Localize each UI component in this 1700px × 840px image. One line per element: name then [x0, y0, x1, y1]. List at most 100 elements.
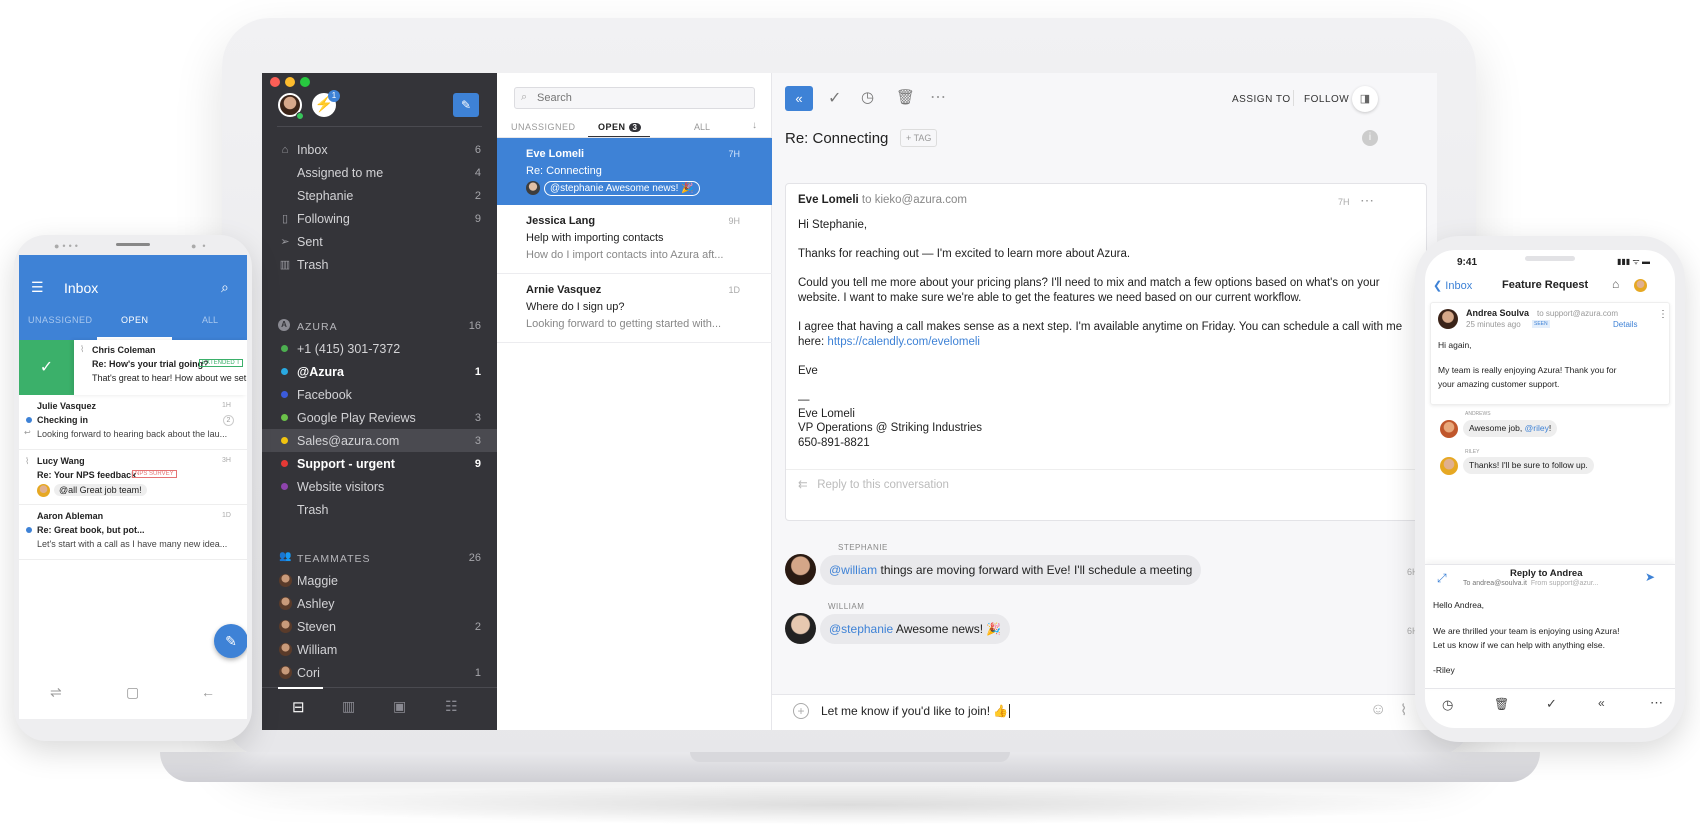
- conversation-item[interactable]: Jessica Lang 9H Help with importing cont…: [497, 205, 772, 274]
- compose-button[interactable]: ✎: [453, 93, 479, 117]
- tab-open[interactable]: OPEN: [121, 315, 149, 325]
- comment-author: RILEY: [1465, 449, 1480, 455]
- sidebar-channel-support-urgent[interactable]: Support - urgent 9: [262, 452, 497, 475]
- recent-apps-icon[interactable]: ⇌: [50, 684, 62, 701]
- comment-input[interactable]: Let me know if you'd like to join! 👍: [821, 704, 1011, 718]
- sender-name: Eve Lomeli: [798, 194, 859, 206]
- trash-icon[interactable]: 🗑: [896, 88, 915, 106]
- add-tag-button[interactable]: + TAG: [900, 129, 938, 147]
- sidebar-channel-website[interactable]: Website visitors: [262, 475, 497, 498]
- menu-icon[interactable]: ☰: [31, 279, 44, 296]
- settings-icon[interactable]: ☷: [445, 698, 458, 715]
- emoji-icon[interactable]: ☺: [1370, 701, 1386, 719]
- sidebar-channel-facebook[interactable]: Facebook: [262, 383, 497, 406]
- check-icon[interactable]: ✓: [828, 88, 841, 108]
- back-icon[interactable]: ←: [201, 684, 215, 700]
- search-input[interactable]: [537, 90, 737, 106]
- laptop-notch: [690, 752, 1010, 762]
- search-box[interactable]: ⌕: [514, 87, 755, 109]
- tab-open[interactable]: OPEN 3: [598, 122, 642, 132]
- analytics-icon[interactable]: ▥: [342, 698, 355, 715]
- conversation-item-selected[interactable]: Eve Lomeli 7H Re: Connecting @stephanie …: [497, 138, 772, 205]
- more-icon[interactable]: ⋯: [1650, 695, 1663, 711]
- clock-icon[interactable]: ◷: [861, 88, 874, 106]
- sidebar-channel-sales[interactable]: Sales@azura.com 3: [262, 429, 497, 452]
- list-item[interactable]: Aaron Ableman 1D Re: Great book, but pot…: [19, 505, 247, 560]
- message-card: Andrea Soulva to support@azura.com 25 mi…: [1430, 302, 1670, 405]
- back-button[interactable]: ❮ Inbox: [1433, 279, 1472, 292]
- sidebar-item-sent[interactable]: ➢ Sent: [262, 230, 497, 253]
- more-icon[interactable]: ⋯: [930, 87, 946, 107]
- reply-all-icon: «: [795, 91, 803, 106]
- assign-to-button[interactable]: ASSIGN TO: [1232, 94, 1291, 105]
- sidebar-teammate-steven[interactable]: Steven 2: [262, 615, 497, 638]
- contacts-icon[interactable]: ▣: [393, 698, 406, 715]
- send-icon[interactable]: ➤: [1645, 570, 1655, 584]
- home-button[interactable]: ▢: [126, 684, 139, 701]
- reply-recipients: To andrea@soulva.it From support@azur...: [1463, 580, 1599, 587]
- conversation-item[interactable]: Arnie Vasquez 1D Where do I sign up? Loo…: [497, 274, 772, 343]
- list-item[interactable]: ⌇ Chris Coleman Re: How's your trial goi…: [74, 340, 247, 395]
- reply-text[interactable]: Let us know if we can help with anything…: [1433, 640, 1605, 650]
- sidebar-item-assigned[interactable]: Assigned to me 4: [262, 161, 497, 184]
- sidebar-channel-phone[interactable]: +1 (415) 301-7372: [262, 337, 497, 360]
- list-item[interactable]: Julie Vasquez 1H Checking in 2 ↩ Looking…: [19, 395, 247, 450]
- reply-bar[interactable]: ⇇ Reply to this conversation: [798, 477, 949, 491]
- reply-text[interactable]: We are thrilled your team is enjoying us…: [1433, 626, 1619, 636]
- inbox-tray-icon[interactable]: ⊟: [292, 698, 305, 716]
- tab-all[interactable]: ALL: [202, 315, 218, 325]
- message-line: —: [798, 394, 810, 406]
- sidebar-teammate-cori[interactable]: Cori 1: [262, 661, 497, 684]
- sidebar-item-following[interactable]: ▯ Following 9: [262, 207, 497, 230]
- tab-unassigned[interactable]: UNASSIGNED: [511, 122, 576, 132]
- sort-icon[interactable]: ↓: [752, 120, 757, 131]
- avatar: [279, 574, 292, 587]
- sidebar-teammate-maggie[interactable]: Maggie: [262, 569, 497, 592]
- add-icon[interactable]: +: [793, 703, 809, 719]
- minimize-window-button[interactable]: [285, 77, 295, 87]
- info-icon[interactable]: i: [1362, 130, 1378, 146]
- message-line: Hi Stephanie,: [798, 219, 868, 231]
- reply-all-button[interactable]: «: [785, 86, 813, 111]
- trash-icon[interactable]: 🗑: [1494, 697, 1509, 711]
- sidebar-channel-trash[interactable]: Trash: [262, 498, 497, 521]
- follow-button[interactable]: FOLLOW: [1304, 94, 1349, 105]
- search-icon[interactable]: ⌕: [221, 279, 229, 296]
- toggle-panel-button[interactable]: ◨: [1352, 86, 1378, 112]
- sidebar-channel-google-play[interactable]: Google Play Reviews 3: [262, 406, 497, 429]
- reply-text[interactable]: Hello Andrea,: [1433, 600, 1484, 610]
- sidebar-item-inbox[interactable]: ⌂ Inbox 6: [262, 138, 497, 161]
- sidebar-teammate-william[interactable]: William: [262, 638, 497, 661]
- open-count-badge: 3: [628, 123, 642, 132]
- clock-icon[interactable]: ◷: [1442, 697, 1453, 713]
- comment-bubble: Thanks! I'll be sure to follow up.: [1463, 457, 1594, 474]
- divider: [1293, 90, 1294, 106]
- close-window-button[interactable]: [270, 77, 280, 87]
- calendly-link[interactable]: https://calendly.com/evelomeli: [827, 336, 980, 348]
- maximize-window-button[interactable]: [300, 77, 310, 87]
- tag-icon[interactable]: ⌂: [1612, 277, 1619, 291]
- sidebar-item-stephanie[interactable]: Stephanie 2: [262, 184, 497, 207]
- channel-color-dot: [281, 437, 288, 444]
- sidebar-item-trash[interactable]: ▥ Trash: [262, 253, 497, 276]
- message-more-icon[interactable]: ⋯: [1360, 192, 1374, 209]
- comment-preview-pill: @stephanie Awesome news! 🎉: [544, 181, 700, 196]
- expand-icon[interactable]: ⤢: [1437, 571, 1447, 586]
- message-line: I agree that having a call makes sense a…: [798, 321, 1403, 333]
- details-link[interactable]: Details: [1613, 320, 1637, 329]
- divider: [786, 469, 1426, 470]
- swipe-done-action[interactable]: ✓: [19, 340, 74, 395]
- reply-title: Reply to Andrea: [1510, 568, 1583, 579]
- tab-unassigned[interactable]: UNASSIGNED: [28, 315, 93, 325]
- reply-text[interactable]: -Riley: [1433, 665, 1455, 675]
- compose-fab[interactable]: ✎: [214, 624, 247, 658]
- check-icon[interactable]: ✓: [1546, 696, 1557, 712]
- reply-all-icon[interactable]: «: [1598, 696, 1605, 710]
- list-item[interactable]: ⌇ Lucy Wang 3H Re: Your NPS feedback NPS…: [19, 450, 247, 505]
- sidebar-channel-azura[interactable]: @Azura 1: [262, 360, 497, 383]
- attachment-icon[interactable]: ⌇: [1400, 701, 1407, 719]
- tab-all[interactable]: ALL: [694, 122, 710, 132]
- more-icon[interactable]: ⋮: [1658, 309, 1668, 320]
- sidebar-teammate-ashley[interactable]: Ashley: [262, 592, 497, 615]
- avatar: [279, 620, 292, 633]
